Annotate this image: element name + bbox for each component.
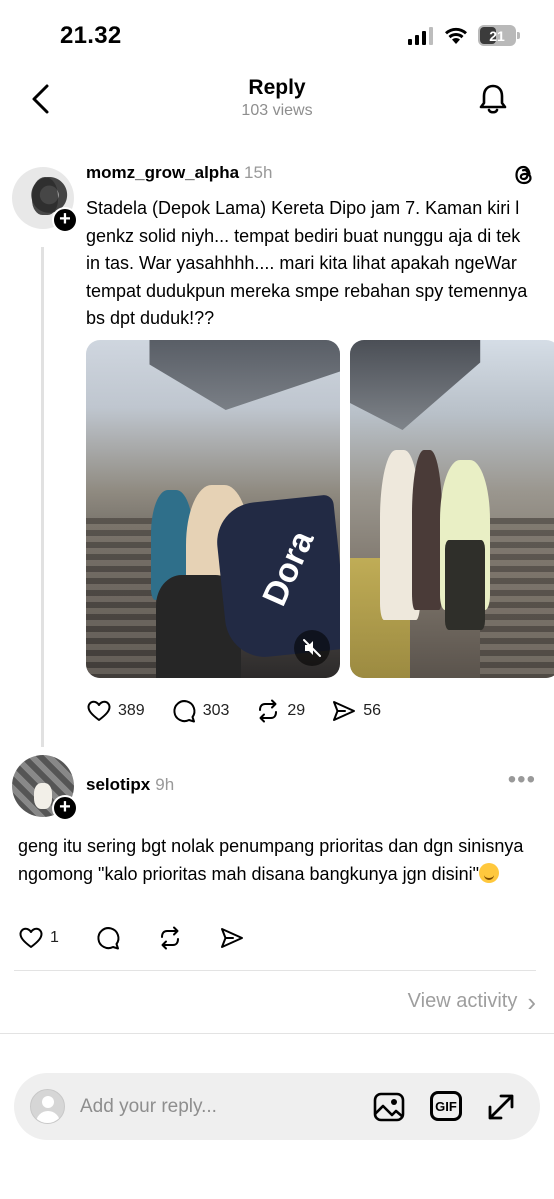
reply-like-count: 1 xyxy=(50,929,59,946)
signal-icon xyxy=(408,26,433,45)
chevron-right-icon: › xyxy=(527,986,536,1017)
status-time: 21.32 xyxy=(60,22,122,49)
header: Reply 103 views xyxy=(0,70,554,140)
post-username[interactable]: momz_grow_alpha 15h xyxy=(86,163,272,183)
view-activity-label[interactable]: View activity xyxy=(408,990,518,1013)
image-icon[interactable] xyxy=(372,1090,406,1124)
page-title: Reply xyxy=(248,76,306,99)
follow-plus-icon[interactable]: + xyxy=(52,207,78,233)
reply-share-button[interactable] xyxy=(219,925,245,951)
view-activity-link[interactable]: View activity › xyxy=(408,986,536,1017)
reply-input[interactable] xyxy=(80,1093,350,1121)
divider xyxy=(14,970,536,971)
post-username-text[interactable]: momz_grow_alpha xyxy=(86,163,239,182)
reply-repost-button[interactable] xyxy=(157,925,183,951)
status-icons: 21 xyxy=(408,25,520,46)
share-button[interactable]: 56 xyxy=(331,698,381,724)
gif-label: GIF xyxy=(435,1098,457,1114)
battery-icon: 21 xyxy=(478,25,520,46)
mute-icon xyxy=(303,639,321,657)
tote-bag-text: Dora xyxy=(255,525,322,612)
gif-icon[interactable]: GIF xyxy=(430,1091,462,1121)
upside-down-face-icon xyxy=(479,862,500,883)
reply-time: 9h xyxy=(155,775,175,794)
more-icon[interactable]: ••• xyxy=(508,768,536,792)
status-bar: 21.32 21 xyxy=(0,0,554,70)
repost-count: 29 xyxy=(287,702,306,719)
post-text: Stadela (Depok Lama) Kereta Dipo jam 7. … xyxy=(86,198,528,328)
post-time: 15h xyxy=(244,163,273,182)
post-actions: 389 303 29 56 xyxy=(86,695,407,727)
bell-icon[interactable] xyxy=(476,82,510,116)
reply-follow-plus-icon[interactable]: + xyxy=(52,795,78,821)
comment-icon xyxy=(173,700,196,723)
reply-username[interactable]: selotipx 9h xyxy=(86,775,174,795)
mute-button[interactable] xyxy=(294,630,330,666)
share-count: 56 xyxy=(363,702,381,719)
reply-text-body: geng itu sering bgt nolak penumpang prio… xyxy=(18,836,524,884)
media-carousel[interactable]: Dora xyxy=(86,340,554,680)
reply-button[interactable]: 303 xyxy=(171,698,230,724)
reply-username-text[interactable]: selotipx xyxy=(86,775,150,794)
expand-icon[interactable] xyxy=(484,1090,518,1124)
post-photo-2[interactable] xyxy=(350,340,554,678)
user-avatar-icon xyxy=(30,1089,65,1124)
reply-comment-button[interactable] xyxy=(95,925,121,951)
view-count: 103 views xyxy=(241,102,313,119)
divider xyxy=(0,1033,554,1034)
heart-icon xyxy=(87,700,111,721)
send-icon xyxy=(333,701,356,721)
reply-composer: GIF xyxy=(14,1073,540,1140)
post-photo-1[interactable]: Dora xyxy=(86,340,340,678)
like-button[interactable]: 389 xyxy=(86,698,145,724)
wifi-icon xyxy=(445,27,467,44)
send-icon xyxy=(220,928,243,948)
reply-like-button[interactable]: 1 xyxy=(18,925,59,951)
repost-button[interactable]: 29 xyxy=(255,698,305,724)
reply-actions: 1 xyxy=(18,925,281,951)
repost-icon xyxy=(259,699,278,723)
repost-icon xyxy=(160,926,179,950)
reply-count: 303 xyxy=(202,702,230,719)
thread-line xyxy=(41,247,44,747)
reply-text: geng itu sering bgt nolak penumpang prio… xyxy=(18,833,538,888)
like-count: 389 xyxy=(118,702,145,719)
threads-icon xyxy=(515,165,532,185)
heart-icon xyxy=(19,927,43,948)
comment-icon xyxy=(97,927,120,950)
battery-level: 21 xyxy=(489,27,505,44)
